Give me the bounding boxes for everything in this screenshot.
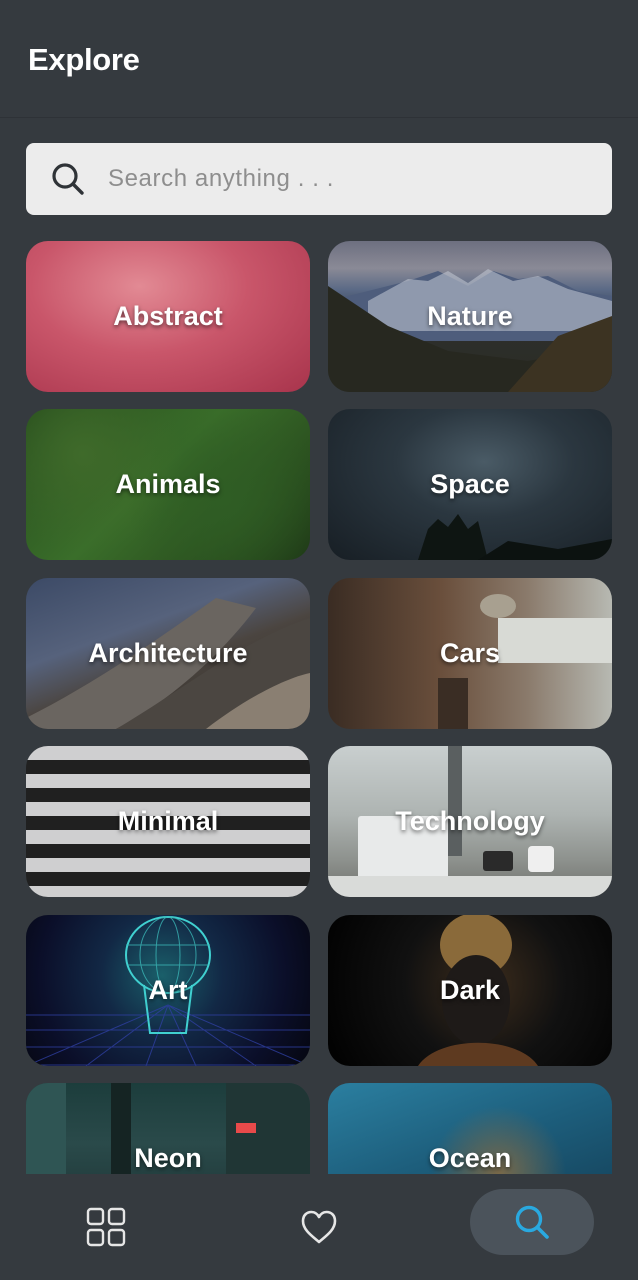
category-card-animals[interactable]: Animals (26, 409, 310, 560)
heart-icon (301, 1210, 337, 1244)
category-card-architecture[interactable]: Architecture (26, 578, 310, 729)
category-label: Art (148, 975, 188, 1005)
category-grid: Abstract Nature Animals Space Architectu… (0, 240, 638, 1174)
category-label: Ocean (428, 1143, 512, 1173)
category-card-cars[interactable]: Cars (328, 578, 612, 729)
category-card-nature[interactable]: Nature (328, 241, 612, 392)
category-label: Neon (134, 1143, 202, 1173)
grid-icon (86, 1207, 126, 1247)
category-label: Dark (439, 975, 501, 1005)
category-card-art[interactable]: Art (26, 915, 310, 1066)
category-label: Nature (427, 301, 513, 331)
category-label: Space (430, 469, 510, 499)
category-label: Animals (115, 469, 221, 499)
category-card-ocean[interactable]: Ocean (328, 1083, 612, 1174)
search-input[interactable] (108, 143, 568, 215)
category-card-technology[interactable]: Technology (328, 746, 612, 897)
nav-favorites-button[interactable] (287, 1174, 351, 1280)
app-header: Explore (0, 0, 638, 118)
nav-search-button[interactable] (470, 1189, 594, 1255)
search-bar[interactable] (26, 143, 612, 215)
category-label: Cars (439, 638, 501, 668)
category-label: Architecture (88, 638, 248, 668)
category-card-minimal[interactable]: Minimal (26, 746, 310, 897)
category-card-neon[interactable]: Neon (26, 1083, 310, 1174)
search-icon (52, 163, 84, 195)
search-icon (515, 1205, 549, 1239)
category-card-abstract[interactable]: Abstract (26, 241, 310, 392)
page-title: Explore (28, 42, 140, 77)
nav-categories-button[interactable] (74, 1174, 138, 1280)
category-card-dark[interactable]: Dark (328, 915, 612, 1066)
category-label: Minimal (117, 806, 219, 836)
category-label: Abstract (113, 301, 223, 331)
bottom-navigation (0, 1174, 638, 1280)
category-card-space[interactable]: Space (328, 409, 612, 560)
category-label: Technology (395, 806, 545, 836)
